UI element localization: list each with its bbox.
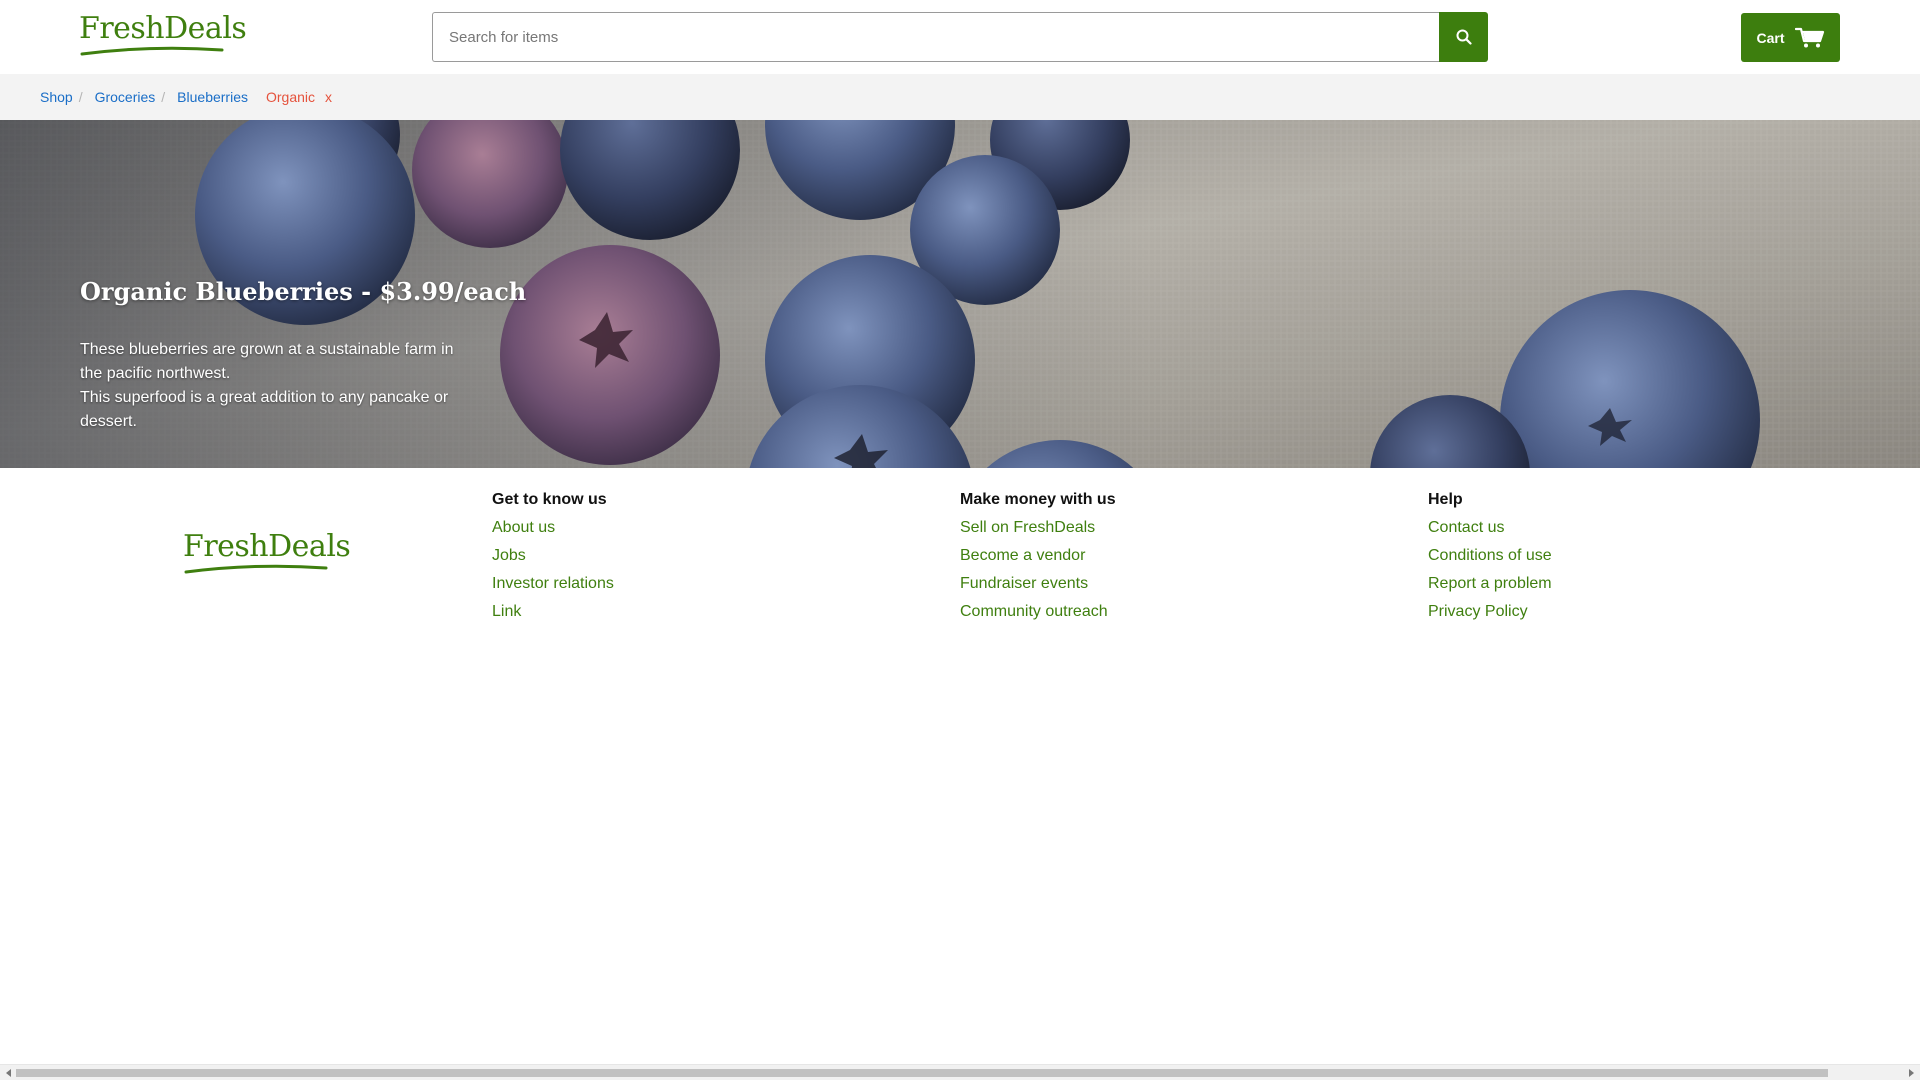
footer-logo-text: FreshDeals (183, 529, 351, 564)
footer-link-fundraiser-events[interactable]: Fundraiser events (960, 574, 1116, 594)
footer-link-conditions-of-use[interactable]: Conditions of use (1428, 546, 1552, 566)
footer-link-investor-relations[interactable]: Investor relations (492, 574, 614, 594)
footer-brand-logo[interactable]: FreshDeals (183, 529, 351, 574)
cart-button[interactable]: Cart (1741, 13, 1840, 62)
logo-swoosh (80, 46, 224, 56)
cart-icon (1794, 27, 1824, 47)
site-header: FreshDeals Cart (0, 0, 1920, 74)
breadcrumb-bar: Shop / Groceries / Blueberries Organic x (0, 74, 1920, 120)
footer-link-privacy-policy[interactable]: Privacy Policy (1428, 602, 1552, 622)
footer-heading: Get to know us (492, 491, 607, 508)
footer-link-link[interactable]: Link (492, 602, 614, 622)
footer-link-jobs[interactable]: Jobs (492, 546, 614, 566)
footer-link-become-vendor[interactable]: Become a vendor (960, 546, 1116, 566)
hero-banner: Organic Blueberries - $3.99/each These b… (0, 120, 1920, 468)
active-filter-organic: Organic (266, 89, 316, 105)
footer-link-sell[interactable]: Sell on FreshDeals (960, 518, 1116, 538)
footer-link-about-us[interactable]: About us (492, 518, 614, 538)
footer-column-get-to-know-us: Get to know us About us Jobs Investor re… (492, 490, 614, 630)
search-button[interactable] (1439, 12, 1488, 62)
brand-logo-text: FreshDeals (79, 11, 247, 46)
cart-label: Cart (1756, 29, 1785, 46)
breadcrumb-shop[interactable]: Shop (40, 89, 73, 105)
footer-column-make-money: Make money with us Sell on FreshDeals Be… (960, 490, 1116, 630)
footer-link-community-outreach[interactable]: Community outreach (960, 602, 1116, 622)
footer-column-help: Help Contact us Conditions of use Report… (1428, 490, 1552, 630)
brand-logo[interactable]: FreshDeals (79, 11, 247, 56)
clear-filter-button[interactable]: x (325, 89, 332, 105)
search-input[interactable] (432, 12, 1439, 62)
horizontal-scrollbar[interactable] (0, 1064, 1920, 1080)
search-icon (1456, 29, 1472, 45)
scroll-left-icon[interactable] (2, 1067, 16, 1079)
footer-link-contact-us[interactable]: Contact us (1428, 518, 1552, 538)
breadcrumb-separator: / (161, 89, 166, 105)
footer-link-report-problem[interactable]: Report a problem (1428, 574, 1552, 594)
logo-swoosh (184, 564, 328, 574)
footer-heading: Make money with us (960, 491, 1116, 508)
breadcrumb-groceries[interactable]: Groceries (95, 89, 156, 105)
hero-title: Organic Blueberries - $3.99/each (80, 277, 527, 306)
breadcrumb-separator: / (78, 89, 83, 105)
footer-heading: Help (1428, 491, 1463, 508)
hero-description: These blueberries are grown at a sustain… (80, 338, 480, 434)
breadcrumb: Shop / Groceries / Blueberries Organic x (40, 89, 332, 105)
hero-description-line: This superfood is a great addition to an… (80, 389, 449, 430)
breadcrumb-blueberries[interactable]: Blueberries (177, 89, 248, 105)
scrollbar-thumb[interactable] (16, 1069, 1828, 1077)
scroll-right-icon[interactable] (1904, 1067, 1918, 1079)
hero-description-line: These blueberries are grown at a sustain… (80, 341, 454, 382)
search-bar (432, 12, 1488, 62)
site-footer: FreshDeals Get to know us About us Jobs … (0, 468, 1920, 638)
